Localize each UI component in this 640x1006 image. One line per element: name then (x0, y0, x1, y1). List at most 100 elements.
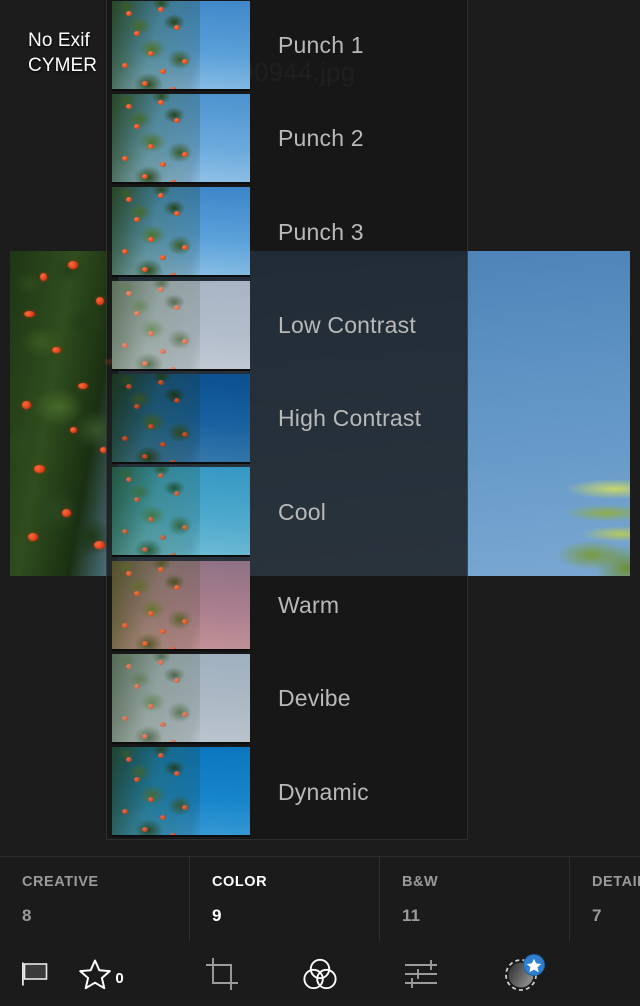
photo-palm-fronds (440, 426, 630, 576)
preset-thumbnail[interactable] (112, 0, 250, 91)
presets-button[interactable] (288, 941, 352, 1006)
tab-detail[interactable]: DETAIL 7 (570, 857, 640, 941)
preset-thumbnail-blossom (158, 659, 164, 665)
tab-label: DETAIL (592, 874, 640, 890)
preset-thumbnail-tree (112, 467, 200, 556)
preset-row[interactable]: Low Contrast (107, 279, 467, 372)
preset-thumbnail-blossom (126, 663, 132, 669)
preset-thumbnail-blossom (182, 618, 188, 624)
photo-blossom (22, 401, 31, 409)
tab-count: 8 (22, 906, 32, 925)
photo-blossom (68, 261, 78, 269)
preset-category-tabs[interactable]: CREATIVE 8 COLOR 9 B&W 11 DETAIL 7 (0, 856, 640, 942)
preset-row[interactable]: Dynamic (107, 746, 467, 839)
preset-thumbnail-tree (112, 93, 200, 182)
preset-list[interactable]: Punch 1 Punch 2 Punch 3 Low Contrast High Co… (107, 0, 467, 839)
rating-value: 0 (115, 969, 124, 987)
preset-thumbnail[interactable] (112, 653, 250, 744)
preset-thumbnail-blossom (122, 622, 128, 628)
preset-thumbnail-blossom (126, 290, 132, 296)
preset-thumbnail-blossom (182, 711, 188, 717)
preset-thumbnail-blossom (160, 161, 166, 167)
preset-label: Dynamic (278, 778, 369, 805)
preset-thumbnail-blossom (174, 304, 180, 310)
tab-creative[interactable]: CREATIVE 8 (0, 857, 190, 941)
tab-label: CREATIVE (22, 874, 99, 890)
preset-thumbnail-blossom (134, 590, 140, 596)
preset-row[interactable]: Punch 1 (107, 0, 467, 92)
preset-thumbnail-blossom (122, 435, 128, 441)
preset-thumbnail-blossom (174, 584, 180, 590)
tab-count: 11 (402, 906, 420, 925)
preset-thumbnail-blossom (148, 50, 154, 56)
preset-thumbnail-blossom (182, 151, 188, 157)
preset-thumbnail-blossom (134, 683, 140, 689)
selective-button[interactable] (490, 941, 560, 1006)
preset-thumbnail-tree (112, 373, 200, 462)
preset-label: Warm (278, 592, 340, 619)
preset-thumbnail-blossom (170, 739, 176, 742)
preset-label: Low Contrast (278, 312, 416, 339)
preset-thumbnail[interactable] (112, 747, 250, 838)
preset-thumbnail[interactable] (112, 467, 250, 558)
tab-color[interactable]: COLOR 9 (190, 857, 380, 941)
preset-thumbnail-blossom (170, 179, 176, 182)
photo-blossom (52, 347, 61, 353)
preset-thumbnail-blossom (158, 566, 164, 572)
preset-thumbnail-blossom (148, 330, 154, 336)
preset-thumbnail-blossom (158, 6, 164, 12)
preset-row[interactable]: Warm (107, 559, 467, 652)
preset-thumbnail-blossom (126, 570, 132, 576)
preset-thumbnail-blossom (142, 360, 148, 366)
preset-row[interactable]: Punch 2 (107, 92, 467, 185)
preset-label: Punch 1 (278, 32, 364, 59)
flag-icon (20, 961, 50, 987)
preset-thumbnail-blossom (126, 103, 132, 109)
preset-thumbnail-blossom (170, 646, 176, 649)
preset-thumbnail-blossom (126, 10, 132, 16)
tab-b-w[interactable]: B&W 11 (380, 857, 570, 941)
preset-thumbnail[interactable] (112, 560, 250, 651)
preset-thumbnail-blossom (122, 155, 128, 161)
preset-thumbnail-blossom (122, 342, 128, 348)
photo-blossom (24, 311, 35, 317)
star-icon (78, 958, 112, 990)
preset-thumbnail-blossom (134, 123, 140, 129)
rating-button[interactable]: 0 (66, 941, 136, 1006)
preset-thumbnail-blossom (148, 423, 154, 429)
bottom-toolbar[interactable]: 0 (0, 941, 640, 1006)
tab-count: 9 (212, 906, 222, 925)
photo-blossom (78, 383, 88, 389)
preset-row[interactable]: High Contrast (107, 372, 467, 465)
preset-row[interactable]: Devibe (107, 652, 467, 745)
preset-thumbnail[interactable] (112, 280, 250, 371)
tab-label: B&W (402, 874, 439, 890)
preset-thumbnail-blossom (126, 383, 132, 389)
photo-blossom (62, 509, 71, 517)
color-circles-icon (302, 957, 338, 991)
preset-thumbnail-blossom (182, 338, 188, 344)
preset-label: Devibe (278, 685, 351, 712)
preset-thumbnail-blossom (160, 68, 166, 74)
preset-thumbnail[interactable] (112, 187, 250, 278)
preset-thumbnail-blossom (174, 24, 180, 30)
adjust-button[interactable] (390, 941, 454, 1006)
flag-button[interactable] (6, 941, 64, 1006)
preset-label: Cool (278, 498, 327, 525)
preset-label: High Contrast (278, 405, 422, 432)
preset-row[interactable]: Punch 3 (107, 186, 467, 279)
preset-thumbnail-blossom (160, 721, 166, 727)
photo-blossom (94, 541, 105, 549)
preset-thumbnail[interactable] (112, 93, 250, 184)
preset-thumbnail-blossom (148, 610, 154, 616)
preset-thumbnail-blossom (142, 733, 148, 739)
preset-thumbnail-blossom (158, 286, 164, 292)
preset-row[interactable]: Cool (107, 466, 467, 559)
preset-panel[interactable]: Punch 1 Punch 2 Punch 3 Low Contrast High Co… (106, 0, 468, 840)
preset-thumbnail-blossom (142, 80, 148, 86)
preset-thumbnail[interactable] (112, 373, 250, 464)
selective-mask-icon (501, 953, 549, 995)
crop-button[interactable] (190, 941, 254, 1006)
preset-thumbnail-blossom (170, 459, 176, 462)
preset-thumbnail-blossom (134, 30, 140, 36)
